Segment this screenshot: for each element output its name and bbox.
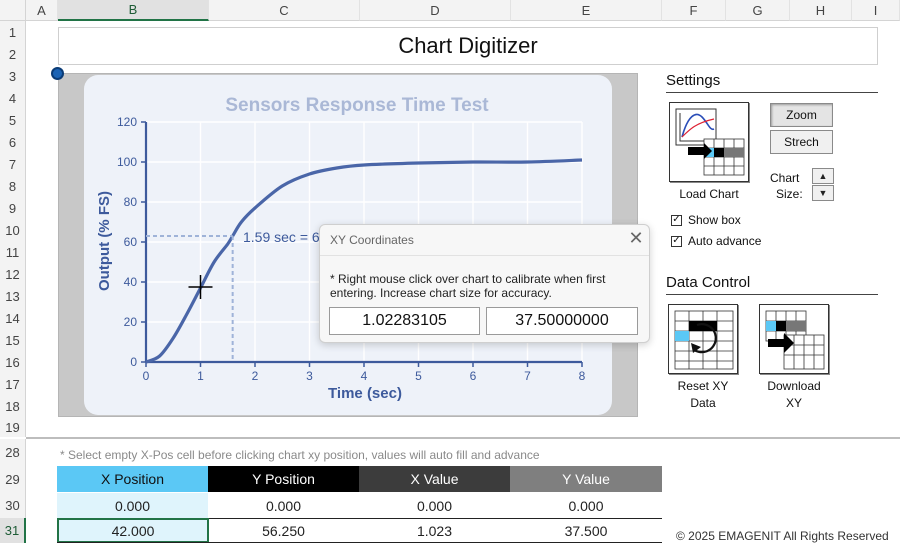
table-cell[interactable]: 0.000 [57,493,208,519]
chart-size-label-line1: Chart [770,171,800,185]
load-chart-label: Load Chart [679,187,739,201]
table-cell[interactable]: 0.000 [510,493,662,519]
auto-advance-label: Auto advance [688,234,762,248]
y-tick-label: 40 [124,275,138,289]
x-position-header[interactable]: X Position [57,466,208,492]
load-chart-icon [675,108,745,176]
frozen-rows-divider [26,437,900,439]
table-cell[interactable]: 1.023 [359,518,510,543]
chart-rotate-handle[interactable] [51,67,64,80]
settings-rule [666,92,878,93]
download-xy-label-line2: XY [785,396,802,410]
x-tick-label: 1 [197,369,204,383]
x-tick-label: 4 [361,369,368,383]
y-tick-label: 80 [124,195,138,209]
y-position-header[interactable]: Y Position [208,466,359,492]
show-box-option[interactable]: ✓ Show box [671,213,741,227]
stretch-button[interactable]: Strech [770,130,833,154]
x-coordinate-field[interactable]: 1.02283105 [329,307,480,335]
chart-size-label-line2: Size: [776,187,803,201]
x-tick-label: 0 [143,369,150,383]
reset-icon [674,310,734,370]
data-control-rule [666,294,878,295]
chart-size-up-icon[interactable]: ▲ [812,168,834,184]
auto-advance-option[interactable]: ✓ Auto advance [671,234,761,248]
load-chart-button[interactable] [669,102,749,182]
zoom-button[interactable]: Zoom [770,103,833,127]
x-tick-label: 2 [252,369,259,383]
table-cell[interactable]: 0.000 [359,493,510,519]
settings-heading: Settings [666,72,721,89]
x-tick-label: 6 [470,369,477,383]
chart-annotation: 1.59 sec = 6 [243,229,320,245]
download-xy-button[interactable] [759,304,829,374]
y-coordinate-field[interactable]: 37.50000000 [486,307,638,335]
chart-title: Sensors Response Time Test [225,95,489,116]
x-tick-label: 7 [524,369,531,383]
auto-advance-checkbox[interactable]: ✓ [671,235,682,247]
xy-coordinates-dialog: XY Coordinates ✕ * Right mouse click ove… [319,224,650,343]
x-tick-label: 3 [306,369,313,383]
show-box-checkbox[interactable]: ✓ [671,214,682,226]
table-cell[interactable]: 56.250 [208,518,359,543]
x-value-header[interactable]: X Value [359,466,510,492]
instruction-hint: * Select empty X-Pos cell before clickin… [60,448,540,462]
dialog-divider [320,255,649,256]
reset-xy-data-button[interactable] [668,304,738,374]
show-box-label: Show box [688,213,741,227]
x-tick-label: 5 [415,369,422,383]
y-tick-label: 20 [124,315,138,329]
reset-xy-label-line1: Reset XY [677,379,729,393]
y-tick-label: 100 [117,155,137,169]
dialog-message: * Right mouse click over chart to calibr… [330,272,606,300]
data-control-heading: Data Control [666,274,751,291]
copyright-text: © 2025 EMAGENIT All Rights Reserved [676,529,889,543]
download-icon [765,310,825,370]
y-value-header[interactable]: Y Value [510,466,662,492]
x-axis-label: Time (sec) [328,385,402,402]
y-tick-label: 120 [117,115,137,129]
dialog-title: XY Coordinates [330,233,414,247]
y-tick-label: 0 [130,355,137,369]
download-xy-label-line1: Download [767,379,821,393]
chart-size-down-icon[interactable]: ▼ [812,185,834,201]
x-tick-label: 8 [579,369,586,383]
crosshair-cursor [188,275,213,299]
table-row-rule [57,542,662,543]
reset-xy-label-line2: Data [690,396,716,410]
table-cell[interactable]: 37.500 [510,518,662,543]
y-axis-label: Output (% FS) [96,191,113,291]
y-tick-label: 60 [124,235,138,249]
table-cell[interactable]: 0.000 [208,493,359,519]
close-icon[interactable]: ✕ [626,228,646,248]
active-cell[interactable]: 42.000 [57,518,209,543]
